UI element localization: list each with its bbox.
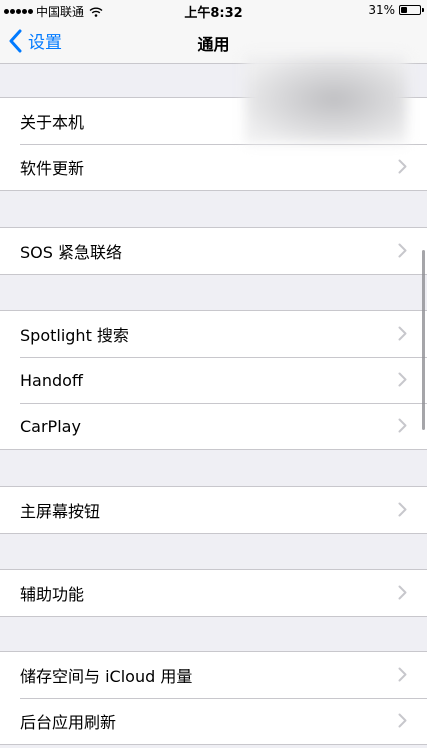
chevron-right-icon xyxy=(398,667,407,682)
blurred-overlay xyxy=(245,55,407,143)
row-storage-icloud-usage[interactable]: 储存空间与 iCloud 用量 xyxy=(0,652,427,698)
battery-icon xyxy=(399,5,424,15)
row-label: 软件更新 xyxy=(20,159,85,178)
battery-fill xyxy=(401,7,407,13)
row-label: Spotlight 搜索 xyxy=(20,326,129,345)
settings-group-continuity: Spotlight 搜索 Handoff CarPlay xyxy=(0,310,427,450)
row-label: 关于本机 xyxy=(20,113,85,132)
status-time: 上午8:32 xyxy=(184,6,243,21)
page-title: 通用 xyxy=(197,35,230,54)
status-bar: 中国联通 上午8:32 31% xyxy=(0,0,427,21)
row-spotlight-search[interactable]: Spotlight 搜索 xyxy=(0,311,427,357)
row-label: 辅助功能 xyxy=(20,585,85,604)
row-home-button[interactable]: 主屏幕按钮 xyxy=(0,487,427,533)
row-label: SOS 紧急联络 xyxy=(20,243,122,262)
chevron-right-icon xyxy=(398,585,407,600)
settings-group-sos: SOS 紧急联络 xyxy=(0,227,427,275)
status-right: 31% xyxy=(368,3,424,17)
row-accessibility[interactable]: 辅助功能 xyxy=(0,570,427,616)
chevron-right-icon xyxy=(398,326,407,341)
row-emergency-sos[interactable]: SOS 紧急联络 xyxy=(0,228,427,274)
battery-percent: 31% xyxy=(368,3,395,17)
chevron-right-icon xyxy=(398,372,407,387)
row-label: Handoff xyxy=(20,370,83,390)
chevron-right-icon xyxy=(398,713,407,728)
row-label: CarPlay xyxy=(20,416,81,436)
settings-group-storage: 储存空间与 iCloud 用量 后台应用刷新 xyxy=(0,651,427,745)
row-label: 后台应用刷新 xyxy=(20,713,117,732)
scroll-indicator[interactable] xyxy=(422,250,425,430)
settings-group-accessibility: 辅助功能 xyxy=(0,569,427,617)
row-background-app-refresh[interactable]: 后台应用刷新 xyxy=(0,698,427,744)
chevron-right-icon xyxy=(398,502,407,517)
row-handoff[interactable]: Handoff xyxy=(0,357,427,403)
row-label: 储存空间与 iCloud 用量 xyxy=(20,667,193,686)
chevron-right-icon xyxy=(398,418,407,433)
chevron-right-icon xyxy=(398,243,407,258)
chevron-right-icon xyxy=(398,159,407,174)
row-software-update[interactable]: 软件更新 xyxy=(0,144,427,190)
row-carplay[interactable]: CarPlay xyxy=(0,403,427,449)
settings-group-home-button: 主屏幕按钮 xyxy=(0,486,427,534)
row-label: 主屏幕按钮 xyxy=(20,502,101,521)
